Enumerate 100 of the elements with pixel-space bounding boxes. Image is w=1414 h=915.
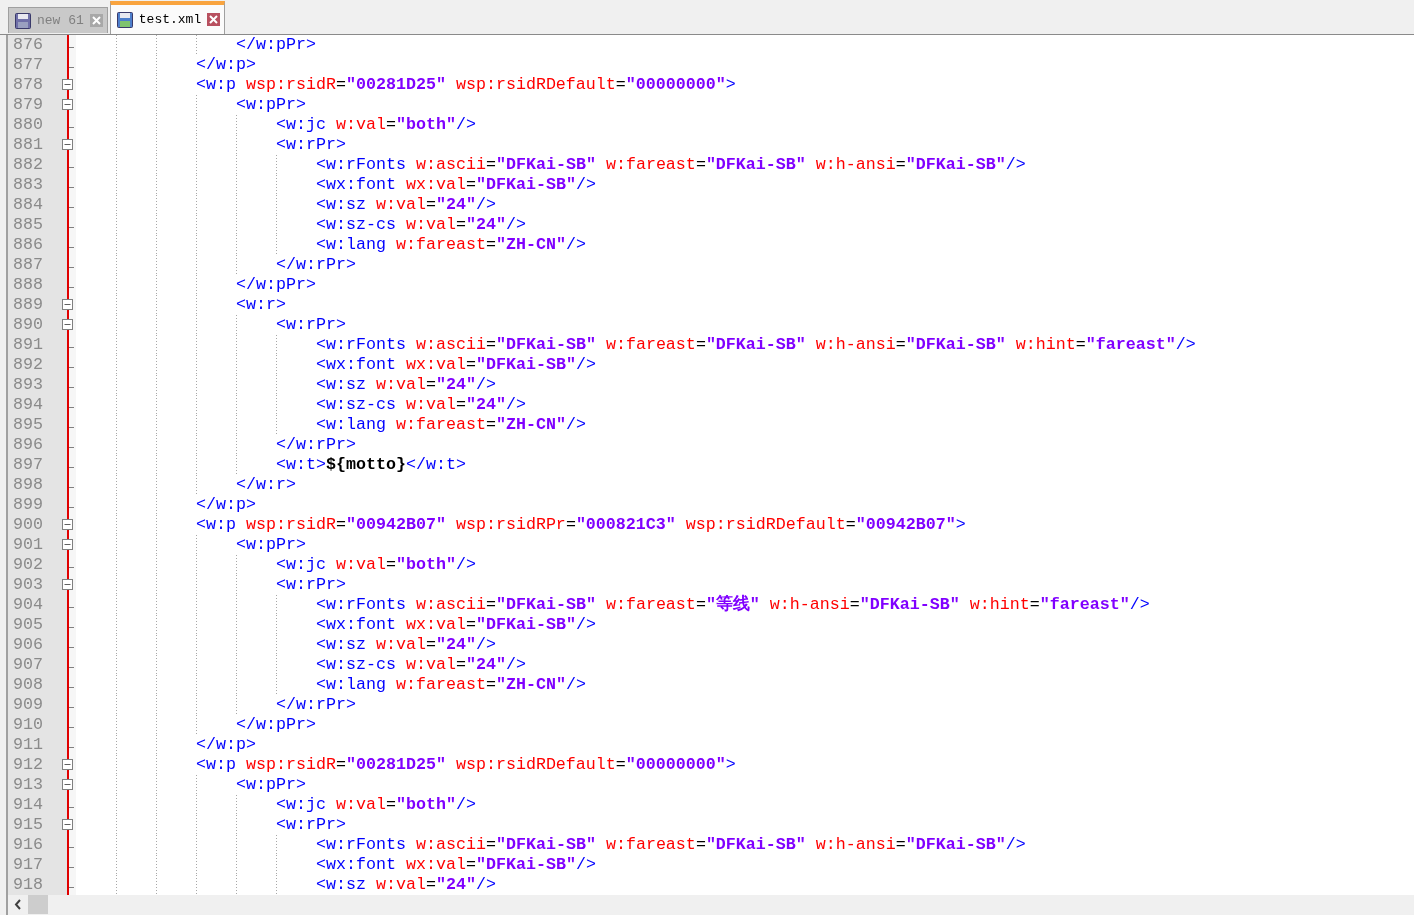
xml-tag: /> <box>475 875 496 895</box>
attribute-name: wx:val <box>404 355 466 375</box>
line-number: 914 <box>8 795 60 815</box>
fold-tick-mark <box>69 707 74 708</box>
equals-sign: = <box>485 835 496 855</box>
line-number: 903 <box>8 575 60 595</box>
file-tab[interactable]: test.xml <box>109 1 226 34</box>
attribute-name: w:fareast <box>394 415 486 435</box>
attribute-name: w:val <box>404 215 456 235</box>
line-number: 896 <box>8 435 60 455</box>
xml-tag: <wx:font <box>316 175 396 195</box>
xml-tag: </w:r> <box>236 475 296 495</box>
attribute-name: w:val <box>334 115 386 135</box>
line-number: 891 <box>8 335 60 355</box>
fold-toggle-icon[interactable] <box>62 539 73 550</box>
attribute-value: "DFKai-SB" <box>905 155 1006 175</box>
close-icon[interactable] <box>207 13 221 26</box>
attribute-value: "DFKai-SB" <box>495 595 596 615</box>
fold-toggle-icon[interactable] <box>62 299 73 310</box>
line-number: 911 <box>8 735 60 755</box>
xml-tag: <w:sz-cs <box>316 395 396 415</box>
line-number: 904 <box>8 595 60 615</box>
equals-sign: = <box>485 155 496 175</box>
equals-sign: = <box>695 595 706 615</box>
attribute-name: w:val <box>374 375 426 395</box>
line-number: 881 <box>8 135 60 155</box>
attribute-name: wx:val <box>404 615 466 635</box>
xml-tag: </w:pPr> <box>236 275 316 295</box>
equals-sign: = <box>895 335 906 355</box>
line-number: 884 <box>8 195 60 215</box>
fold-toggle-icon[interactable] <box>62 579 73 590</box>
fold-tick-mark <box>69 687 74 688</box>
attribute-value: "DFKai-SB" <box>705 835 806 855</box>
attribute-name: w:val <box>374 195 426 215</box>
equals-sign: = <box>335 515 346 535</box>
attribute-name: wsp:rsidRDefault <box>454 75 616 95</box>
attribute-value: "DFKai-SB" <box>705 155 806 175</box>
attribute-value: "DFKai-SB" <box>475 355 576 375</box>
line-number: 883 <box>8 175 60 195</box>
attribute-value: "fareast" <box>1039 595 1130 615</box>
line-number: 902 <box>8 555 60 575</box>
attribute-value: "24" <box>465 215 506 235</box>
xml-tag: <w:lang <box>316 675 386 695</box>
line-number: 910 <box>8 715 60 735</box>
equals-sign: = <box>455 215 466 235</box>
xml-tag: </w:rPr> <box>276 255 356 275</box>
xml-tag: /> <box>455 555 476 575</box>
fold-tick-mark <box>69 187 74 188</box>
attribute-name: w:ascii <box>414 835 486 855</box>
attribute-name: w:hint <box>1014 335 1076 355</box>
attribute-name: w:val <box>334 555 386 575</box>
fold-toggle-icon[interactable] <box>62 99 73 110</box>
fold-tick-mark <box>69 67 74 68</box>
attribute-value: "DFKai-SB" <box>859 595 960 615</box>
xml-tag: /> <box>575 355 596 375</box>
attribute-value: "00942B07" <box>345 515 446 535</box>
xml-tag: <w:rPr> <box>276 815 346 835</box>
fold-tick-mark <box>69 167 74 168</box>
attribute-name: wsp:rsidR <box>244 755 336 775</box>
attribute-value: "both" <box>395 795 456 815</box>
xml-tag: <w:pPr> <box>236 535 306 555</box>
xml-tag: /> <box>455 795 476 815</box>
xml-tag: <w:pPr> <box>236 775 306 795</box>
line-number: 888 <box>8 275 60 295</box>
attribute-name: w:val <box>404 655 456 675</box>
attribute-value: "DFKai-SB" <box>475 175 576 195</box>
xml-tag: /> <box>505 215 526 235</box>
equals-sign: = <box>425 875 436 895</box>
xml-tag: <w:lang <box>316 415 386 435</box>
fold-tick-mark <box>69 727 74 728</box>
scrollbar-thumb[interactable] <box>28 895 48 914</box>
line-number: 898 <box>8 475 60 495</box>
equals-sign: = <box>615 755 626 775</box>
fold-toggle-icon[interactable] <box>62 779 73 790</box>
fold-toggle-icon[interactable] <box>62 519 73 530</box>
equals-sign: = <box>465 855 476 875</box>
xml-tag: <w:sz <box>316 195 366 215</box>
fold-toggle-icon[interactable] <box>62 319 73 330</box>
line-number: 908 <box>8 675 60 695</box>
line-number: 886 <box>8 235 60 255</box>
attribute-name: wsp:rsidRPr <box>454 515 566 535</box>
xml-tag: /> <box>575 615 596 635</box>
xml-tag: /> <box>1005 835 1026 855</box>
attribute-value: "24" <box>435 195 476 215</box>
equals-sign: = <box>465 355 476 375</box>
attribute-name: w:fareast <box>394 675 486 695</box>
line-number: 876 <box>8 35 60 55</box>
equals-sign: = <box>615 75 626 95</box>
fold-toggle-icon[interactable] <box>62 79 73 90</box>
attribute-name: w:fareast <box>394 235 486 255</box>
fold-toggle-icon[interactable] <box>62 819 73 830</box>
attribute-value: "DFKai-SB" <box>475 615 576 635</box>
fold-tick-mark <box>69 447 74 448</box>
xml-tag: <w:rFonts <box>316 595 406 615</box>
xml-tag: </w:rPr> <box>276 695 356 715</box>
fold-toggle-icon[interactable] <box>62 759 73 770</box>
attribute-name: w:ascii <box>414 155 486 175</box>
xml-tag: > <box>725 755 736 775</box>
fold-toggle-icon[interactable] <box>62 139 73 150</box>
fold-tick-mark <box>69 427 74 428</box>
